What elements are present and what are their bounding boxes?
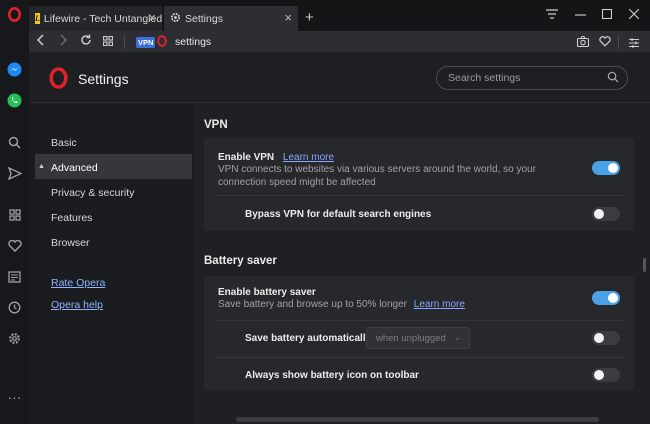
settings-nav: Basic ▲ Advanced Privacy & security Feat… [29,104,194,424]
vpn-learn-more-link[interactable]: Learn more [283,152,334,163]
page-title: Settings [78,71,129,87]
tab-menu-icon[interactable] [546,7,558,22]
send-icon[interactable] [6,165,23,182]
divider [214,195,624,196]
enable-battery-saver-toggle[interactable] [592,291,620,305]
vpn-card: Enable VPN Learn more VPN connects to we… [204,138,634,231]
lifewire-logo-icon: L [35,13,40,24]
enable-battery-saver-title: Enable battery saver [218,287,316,298]
battery-icon-toolbar-title: Always show battery icon on toolbar [245,370,419,381]
section-title-battery-saver: Battery saver [204,255,277,267]
camera-icon[interactable] [576,35,590,51]
search-icon[interactable] [6,134,23,151]
vpn-badge[interactable]: VPN [136,37,156,48]
horizontal-scroll-thumb[interactable] [236,417,599,422]
opera-sidebar: ··· [0,0,29,424]
settings-content: VPN Enable VPN Learn more VPN connects t… [194,104,640,424]
section-title-vpn: VPN [204,119,228,131]
back-icon[interactable] [36,34,44,50]
collapse-caret-icon[interactable]: ▲ [38,163,45,170]
search-placeholder: Search settings [448,72,521,84]
messenger-icon[interactable] [6,61,23,78]
divider [214,320,624,321]
nav-features[interactable]: Features [51,212,92,224]
tab-lifewire[interactable]: L Lifewire - Tech Untangled × [29,6,162,31]
divider [618,35,619,49]
enable-vpn-label: Enable VPN [218,152,275,163]
url-field[interactable]: settings [175,36,211,48]
tab-label: Lifewire - Tech Untangled [43,12,163,25]
search-icon [607,71,619,86]
nav-privacy-security[interactable]: Privacy & security [51,187,134,199]
window-close-icon[interactable] [628,7,640,22]
bypass-vpn-title: Bypass VPN for default search engines [245,209,432,220]
minimize-icon[interactable] [575,7,586,22]
enable-vpn-description: VPN connects to websites via various ser… [218,164,536,188]
divider [214,357,624,358]
chevron-down-icon: ⌄ [453,332,461,342]
save-battery-automatically-title: Save battery automatically [245,333,372,344]
whatsapp-icon[interactable] [6,92,23,109]
new-tab-button[interactable]: + [305,9,314,26]
tab-settings[interactable]: Settings × [164,6,298,31]
search-settings-input[interactable]: Search settings [436,66,628,90]
opera-logo-icon [49,67,68,92]
vertical-scroll-thumb[interactable] [643,258,646,272]
tab-label: Settings [185,12,223,25]
opera-menu-icon[interactable] [6,6,23,23]
nav-browser[interactable]: Browser [51,237,90,249]
divider [124,35,125,49]
maximize-icon[interactable] [601,7,613,22]
speed-dial-icon[interactable] [102,34,114,50]
enable-vpn-toggle[interactable] [592,161,620,175]
nav-advanced[interactable]: Advanced [51,162,98,174]
history-icon[interactable] [6,299,23,316]
close-icon[interactable]: × [284,11,292,24]
rate-opera-link[interactable]: Rate Opera [51,277,105,289]
close-icon[interactable]: × [148,11,156,24]
nav-basic[interactable]: Basic [51,137,77,149]
forward-icon[interactable] [60,34,68,50]
heart-icon[interactable] [599,35,611,51]
battery-icon-toolbar-toggle[interactable] [592,368,620,382]
gear-icon [170,12,181,26]
battery-mode-dropdown[interactable]: when unplugged ⌄ [366,327,470,349]
news-icon[interactable] [6,268,23,285]
reload-icon[interactable] [80,34,92,50]
easy-setup-icon[interactable] [629,36,639,52]
gear-icon[interactable] [6,330,23,347]
settings-header: Settings Search settings [29,53,650,103]
address-bar: VPN settings [29,31,650,53]
dropdown-value: when unplugged [376,333,446,344]
battery-learn-more-link[interactable]: Learn more [414,299,465,310]
enable-battery-saver-description: Save battery and browse up to 50% longer… [218,298,465,311]
save-battery-automatically-toggle[interactable] [592,331,620,345]
heart-icon[interactable] [6,237,23,254]
bypass-vpn-toggle[interactable] [592,207,620,221]
opera-help-link[interactable]: Opera help [51,299,103,311]
opera-logo-icon [157,35,167,51]
speed-dial-icon[interactable] [6,206,23,223]
more-icon[interactable]: ··· [6,388,23,405]
battery-desc-text: Save battery and browse up to 50% longer [218,299,408,310]
enable-vpn-title: Enable VPN Learn more [218,152,334,163]
